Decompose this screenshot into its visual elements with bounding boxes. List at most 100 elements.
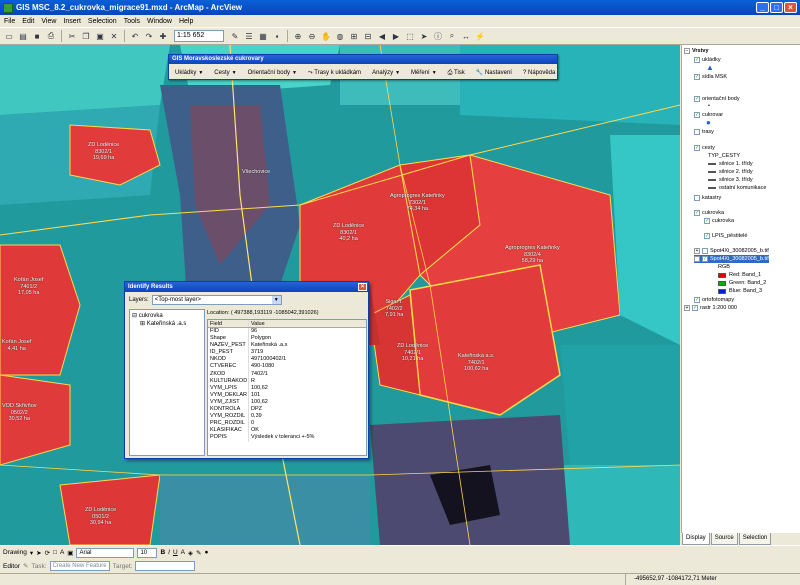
menu-help[interactable]: Help	[179, 18, 193, 25]
rectangle-icon[interactable]: □	[53, 549, 57, 556]
menu-tools[interactable]: Tools	[124, 18, 140, 25]
menu-view[interactable]: View	[41, 18, 56, 25]
napoveda-button[interactable]: ? Nápověda	[519, 66, 559, 79]
back-extent-icon[interactable]: ◀	[376, 30, 388, 42]
tisk-button[interactable]: ⎙ Tisk	[444, 66, 469, 79]
toc-item-trasy[interactable]: trasy	[694, 128, 714, 136]
tree-item-feature[interactable]: ⊞ Kateřinská .a.s	[132, 320, 202, 328]
close-icon[interactable]: ×	[358, 283, 367, 291]
redo-icon[interactable]: ↷	[143, 30, 155, 42]
checkbox-unchecked[interactable]	[702, 248, 708, 254]
marker-color-icon[interactable]: ●	[204, 549, 208, 556]
checkbox-checked[interactable]: ✓	[694, 74, 700, 80]
close-button[interactable]: ×	[784, 2, 797, 13]
editor-menu[interactable]: Editor	[3, 563, 20, 570]
checkbox-checked[interactable]: ✓	[702, 256, 708, 262]
identify-icon[interactable]: ⓘ	[432, 30, 444, 42]
command-line-icon[interactable]: ▪	[271, 30, 283, 42]
tab-source[interactable]: Source	[710, 533, 738, 545]
menu-edit[interactable]: Edit	[22, 18, 34, 25]
copy-icon[interactable]: ❐	[80, 30, 92, 42]
line-color-icon[interactable]: ✎	[196, 549, 201, 557]
toc-item-cukrovka[interactable]: ✓ cukrovka	[704, 217, 734, 225]
toc-item-spot-2[interactable]: − ✓ Spot4Xi_30082005_b.tif	[694, 255, 769, 263]
orientacni-body-menu[interactable]: Orientační body ▼	[244, 66, 301, 79]
menu-insert[interactable]: Insert	[63, 18, 81, 25]
toc-icon[interactable]: ☰	[243, 30, 255, 42]
fill-color-icon[interactable]: ◈	[188, 549, 193, 557]
task-select[interactable]: Create New Feature	[49, 561, 110, 571]
toc-item-rastr[interactable]: + ✓ rastr 1:200 000	[684, 304, 737, 312]
cesty-menu[interactable]: Cesty ▼	[210, 66, 240, 79]
gis-toolbar-title[interactable]: GIS Moravskoslezské cukrovary	[169, 55, 557, 64]
menu-file[interactable]: File	[4, 18, 15, 25]
text-icon[interactable]: A	[60, 549, 64, 556]
layers-dropdown[interactable]: <Top-most layer> ▼	[151, 295, 282, 305]
toc-item-ortofotomapy[interactable]: ✓ ortofotomapy	[694, 296, 734, 304]
checkbox-checked[interactable]: ✓	[694, 297, 700, 303]
tab-selection[interactable]: Selection	[738, 533, 772, 545]
checkbox-checked[interactable]: ✓	[694, 210, 700, 216]
toc-item-orientacni-body[interactable]: ✓ orientační body	[694, 95, 740, 103]
select-features-icon[interactable]: ⬚	[404, 30, 416, 42]
paste-icon[interactable]: ▣	[94, 30, 106, 42]
open-folder-icon[interactable]: ▤	[17, 30, 29, 42]
font-color-icon[interactable]: A	[181, 549, 185, 556]
save-icon[interactable]: ■	[31, 30, 43, 42]
fill-icon[interactable]: ▣	[67, 549, 73, 557]
arctoolbox-icon[interactable]: ▦	[257, 30, 269, 42]
identify-dialog-title[interactable]: Identify Results	[128, 282, 358, 292]
undo-icon[interactable]: ↶	[129, 30, 141, 42]
delete-icon[interactable]: ✕	[108, 30, 120, 42]
trasy-k-ukladkam-button[interactable]: ⤳ Trasy k ukládkám	[304, 66, 365, 79]
minimize-button[interactable]: _	[756, 2, 769, 13]
checkbox-checked[interactable]: ✓	[704, 218, 710, 224]
toc-item-cukrovka-group[interactable]: ✓ cukrovka	[694, 209, 724, 217]
checkbox-checked[interactable]: ✓	[692, 305, 698, 311]
font-select[interactable]: Arial	[76, 547, 135, 558]
forward-extent-icon[interactable]: ▶	[390, 30, 402, 42]
chevron-down-icon[interactable]: ▾	[30, 549, 33, 557]
target-select[interactable]	[135, 561, 196, 571]
editor-toolbar-icon[interactable]: ✎	[229, 30, 241, 42]
cut-icon[interactable]: ✂	[66, 30, 78, 42]
toc-item-sidla[interactable]: ✓ sídla MSK	[694, 73, 727, 81]
select-elements-icon[interactable]: ➤	[36, 549, 41, 557]
checkbox-checked[interactable]: ✓	[694, 112, 700, 118]
new-document-icon[interactable]: ▭	[3, 30, 15, 42]
toc-item-vrstvy[interactable]: − Vrstvy	[684, 47, 709, 55]
checkbox-checked[interactable]: ✓	[694, 57, 700, 63]
bold-button[interactable]: B	[160, 549, 165, 556]
add-data-icon[interactable]: ✚	[157, 30, 169, 42]
checkbox-unchecked[interactable]	[694, 195, 700, 201]
zoom-out-icon[interactable]: ⊖	[306, 30, 318, 42]
measure-icon[interactable]: ↔	[460, 30, 472, 42]
print-icon[interactable]: ⎙	[45, 30, 57, 42]
find-icon[interactable]: ⌕	[446, 30, 458, 42]
zoom-in-icon[interactable]: ⊕	[292, 30, 304, 42]
sketch-tool-icon[interactable]: ✎	[23, 562, 28, 570]
italic-button[interactable]: I	[168, 549, 170, 556]
nastaveni-button[interactable]: 🔧 Nastavení	[472, 66, 516, 79]
maximize-button[interactable]: □	[770, 2, 783, 13]
checkbox-checked[interactable]: ✓	[694, 96, 700, 102]
toc-item-katastry[interactable]: katastry	[694, 194, 721, 202]
checkbox-checked[interactable]: ✓	[694, 145, 700, 151]
rotate-icon[interactable]: ⟳	[45, 549, 50, 557]
toc-item-spot-1[interactable]: + Spot4Xi_30082005_b.tif	[694, 247, 769, 255]
fixed-zoom-in-icon[interactable]: ⊞	[348, 30, 360, 42]
menu-window[interactable]: Window	[147, 18, 172, 25]
drawing-menu[interactable]: Drawing	[3, 549, 27, 556]
checkbox-unchecked[interactable]	[694, 129, 700, 135]
full-extent-icon[interactable]: ◍	[334, 30, 346, 42]
fixed-zoom-out-icon[interactable]: ⊟	[362, 30, 374, 42]
toc-item-lpis[interactable]: ✓ LPIS_pěstitelé	[704, 232, 747, 240]
tree-item-layer[interactable]: ⊟ cukrovka	[132, 312, 202, 320]
pan-icon[interactable]: ✋	[320, 30, 332, 42]
menu-selection[interactable]: Selection	[88, 18, 117, 25]
font-size-select[interactable]: 10	[137, 547, 158, 558]
ukladky-menu[interactable]: Ukládky ▼	[171, 66, 207, 79]
hyperlink-icon[interactable]: ⚡	[474, 30, 486, 42]
tab-display[interactable]: Display	[682, 533, 710, 545]
map-scale-input[interactable]: 1:15 652	[174, 30, 224, 42]
